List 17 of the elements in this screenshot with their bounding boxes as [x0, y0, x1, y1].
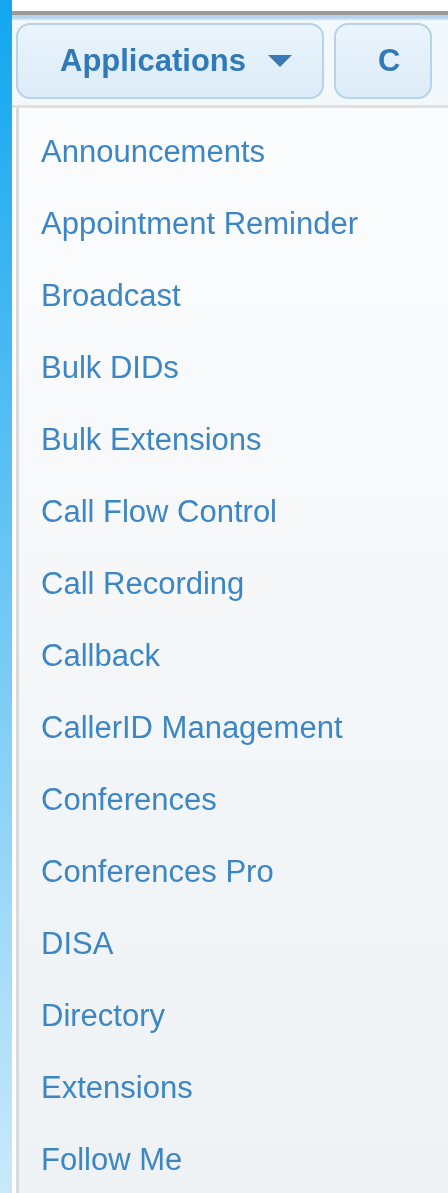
menu-item[interactable]: Call Flow Control: [19, 476, 448, 548]
nav-menu-button[interactable]: C: [334, 23, 433, 99]
menu-item[interactable]: Callback: [19, 620, 448, 692]
menu-item[interactable]: Broadcast: [19, 260, 448, 332]
menu-item[interactable]: DISA: [19, 908, 448, 980]
nav-menu-button[interactable]: Applications: [16, 23, 324, 99]
menu-item[interactable]: Announcements: [19, 116, 448, 188]
menu-item[interactable]: Bulk DIDs: [19, 332, 448, 404]
menu-item[interactable]: Extensions: [19, 1052, 448, 1124]
menu-item[interactable]: CallerID Management: [19, 692, 448, 764]
menu-item[interactable]: Bulk Extensions: [19, 404, 448, 476]
menu-item[interactable]: Directory: [19, 980, 448, 1052]
menu-item[interactable]: Conferences Pro: [19, 836, 448, 908]
menu-item[interactable]: Call Recording: [19, 548, 448, 620]
menu-item[interactable]: Conferences: [19, 764, 448, 836]
menu-item[interactable]: Follow Me: [19, 1124, 448, 1193]
menu-item[interactable]: Appointment Reminder: [19, 188, 448, 260]
